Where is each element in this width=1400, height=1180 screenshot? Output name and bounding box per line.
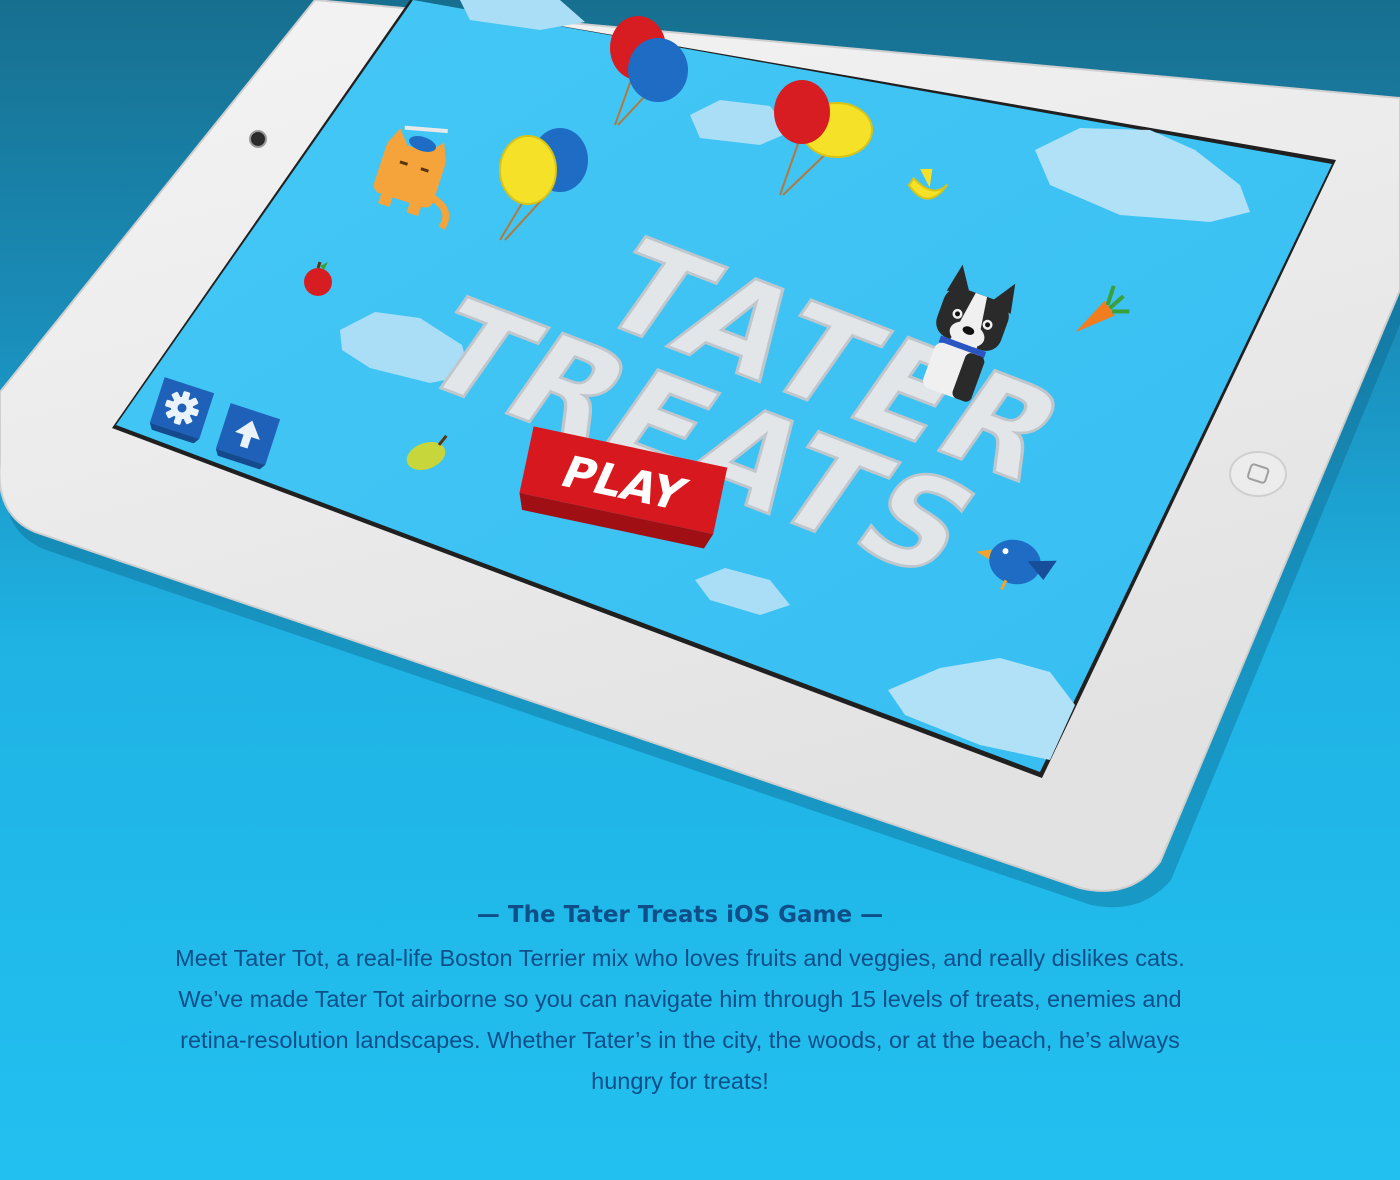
caption-body: Meet Tater Tot, a real-life Boston Terri…: [175, 945, 1185, 1094]
camera-icon: [249, 130, 267, 148]
caption-title: — The Tater Treats iOS Game —: [476, 902, 884, 928]
home-button-icon[interactable]: [1229, 451, 1287, 497]
caption: — The Tater Treats iOS Game — Meet Tater…: [150, 898, 1210, 1102]
